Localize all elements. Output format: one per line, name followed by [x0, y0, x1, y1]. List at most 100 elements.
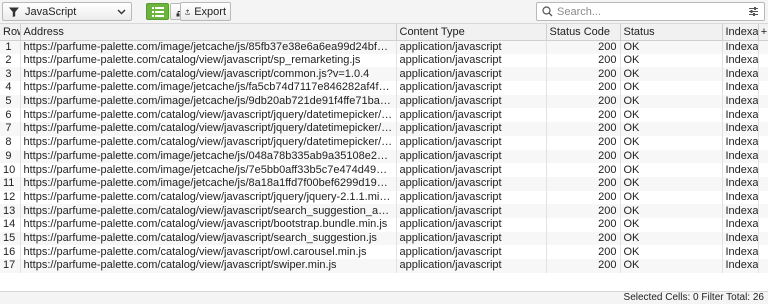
row-number[interactable]: 7 [0, 122, 21, 136]
column-header-address[interactable]: Address [20, 24, 397, 41]
table-row[interactable]: 1 https://parfume-palette.com/image/jetca… [0, 40, 768, 54]
indexability-cell[interactable]: Indexab [722, 122, 759, 136]
row-number[interactable]: 9 [0, 149, 21, 164]
export-button[interactable]: Export [180, 2, 231, 21]
row-number[interactable]: 16 [0, 245, 21, 259]
status-cell[interactable]: OK [620, 135, 723, 150]
address-cell[interactable]: https://parfume-palette.com/image/jetcac… [20, 94, 397, 109]
column-header-status-code[interactable]: Status Code [546, 24, 621, 41]
row-number[interactable]: 11 [0, 176, 21, 191]
table-row[interactable]: 4 https://parfume-palette.com/image/jetca… [0, 81, 768, 95]
row-number[interactable]: 6 [0, 108, 21, 123]
content-type-cell[interactable]: application/javascript [396, 163, 547, 177]
status-code-cell[interactable]: 200 [546, 217, 621, 232]
row-number[interactable]: 15 [0, 231, 21, 246]
address-cell[interactable]: https://parfume-palette.com/image/jetcac… [20, 149, 397, 164]
indexability-cell[interactable]: Indexab [722, 204, 759, 218]
address-cell[interactable]: https://parfume-palette.com/catalog/view… [20, 217, 397, 232]
address-cell[interactable]: https://parfume-palette.com/catalog/view… [20, 53, 397, 68]
table-row[interactable]: 3 https://parfume-palette.com/catalog/vie… [0, 67, 768, 82]
content-type-cell[interactable]: application/javascript [396, 190, 547, 205]
status-code-cell[interactable]: 200 [546, 163, 621, 177]
table-row[interactable]: 16 https://parfume-palette.com/catalog/vi… [0, 245, 768, 259]
indexability-cell[interactable]: Indexab [722, 149, 759, 164]
content-type-cell[interactable]: application/javascript [396, 135, 547, 150]
status-code-cell[interactable]: 200 [546, 204, 621, 218]
filter-dropdown[interactable]: JavaScript [2, 2, 132, 21]
content-type-cell[interactable]: application/javascript [396, 81, 547, 95]
indexability-cell[interactable]: Indexab [722, 94, 759, 109]
status-code-cell[interactable]: 200 [546, 81, 621, 95]
address-cell[interactable]: https://parfume-palette.com/catalog/view… [20, 190, 397, 205]
status-code-cell[interactable]: 200 [546, 245, 621, 259]
status-cell[interactable]: OK [620, 190, 723, 205]
indexability-cell[interactable]: Indexab [722, 231, 759, 246]
indexability-cell[interactable]: Indexab [722, 259, 759, 273]
indexability-cell[interactable]: Indexab [722, 108, 759, 123]
content-type-cell[interactable]: application/javascript [396, 40, 547, 54]
status-code-cell[interactable]: 200 [546, 259, 621, 273]
indexability-cell[interactable]: Indexab [722, 190, 759, 205]
table-row[interactable]: 14 https://parfume-palette.com/catalog/vi… [0, 217, 768, 232]
status-code-cell[interactable]: 200 [546, 231, 621, 246]
row-number[interactable]: 8 [0, 135, 21, 150]
column-header-status[interactable]: Status [620, 24, 723, 41]
content-type-cell[interactable]: application/javascript [396, 176, 547, 191]
indexability-cell[interactable]: Indexab [722, 40, 759, 54]
content-type-cell[interactable]: application/javascript [396, 259, 547, 273]
indexability-cell[interactable]: Indexab [722, 176, 759, 191]
status-cell[interactable]: OK [620, 149, 723, 164]
address-cell[interactable]: https://parfume-palette.com/catalog/view… [20, 135, 397, 150]
row-number[interactable]: 13 [0, 204, 21, 218]
row-number[interactable]: 2 [0, 53, 21, 68]
status-code-cell[interactable]: 200 [546, 108, 621, 123]
address-cell[interactable]: https://parfume-palette.com/catalog/view… [20, 204, 397, 218]
content-type-cell[interactable]: application/javascript [396, 149, 547, 164]
indexability-cell[interactable]: Indexab [722, 81, 759, 95]
status-code-cell[interactable]: 200 [546, 67, 621, 82]
status-cell[interactable]: OK [620, 163, 723, 177]
row-number[interactable]: 5 [0, 94, 21, 109]
content-type-cell[interactable]: application/javascript [396, 108, 547, 123]
column-header-row[interactable]: Row [0, 24, 21, 41]
content-type-cell[interactable]: application/javascript [396, 67, 547, 82]
table-row[interactable]: 8 https://parfume-palette.com/catalog/vie… [0, 135, 768, 150]
status-code-cell[interactable]: 200 [546, 190, 621, 205]
status-cell[interactable]: OK [620, 94, 723, 109]
status-cell[interactable]: OK [620, 245, 723, 259]
table-row[interactable]: 12 https://parfume-palette.com/catalog/vi… [0, 190, 768, 205]
sliders-icon[interactable] [748, 6, 759, 17]
table-row[interactable]: 15 https://parfume-palette.com/catalog/vi… [0, 231, 768, 246]
table-row[interactable]: 7 https://parfume-palette.com/catalog/vie… [0, 122, 768, 136]
content-type-cell[interactable]: application/javascript [396, 217, 547, 232]
status-cell[interactable]: OK [620, 81, 723, 95]
status-code-cell[interactable]: 200 [546, 94, 621, 109]
table-row[interactable]: 11 https://parfume-palette.com/image/jetc… [0, 176, 768, 191]
status-code-cell[interactable]: 200 [546, 53, 621, 68]
status-cell[interactable]: OK [620, 122, 723, 136]
indexability-cell[interactable]: Indexab [722, 217, 759, 232]
search-input[interactable] [557, 5, 748, 18]
address-cell[interactable]: https://parfume-palette.com/image/jetcac… [20, 40, 397, 54]
status-cell[interactable]: OK [620, 108, 723, 123]
row-number[interactable]: 3 [0, 67, 21, 82]
status-code-cell[interactable]: 200 [546, 40, 621, 54]
content-type-cell[interactable]: application/javascript [396, 231, 547, 246]
column-header-indexability[interactable]: Indexab [722, 24, 759, 41]
address-cell[interactable]: https://parfume-palette.com/image/jetcac… [20, 176, 397, 191]
row-number[interactable]: 14 [0, 217, 21, 232]
indexability-cell[interactable]: Indexab [722, 135, 759, 150]
address-cell[interactable]: https://parfume-palette.com/catalog/view… [20, 122, 397, 136]
status-cell[interactable]: OK [620, 53, 723, 68]
table-row[interactable]: 10 https://parfume-palette.com/image/jetc… [0, 163, 768, 177]
status-cell[interactable]: OK [620, 217, 723, 232]
content-type-cell[interactable]: application/javascript [396, 94, 547, 109]
row-number[interactable]: 12 [0, 190, 21, 205]
table-row[interactable]: 5 https://parfume-palette.com/image/jetca… [0, 94, 768, 109]
address-cell[interactable]: https://parfume-palette.com/catalog/view… [20, 259, 397, 273]
table-row[interactable]: 17 https://parfume-palette.com/catalog/vi… [0, 259, 768, 273]
status-cell[interactable]: OK [620, 231, 723, 246]
status-code-cell[interactable]: 200 [546, 122, 621, 136]
status-cell[interactable]: OK [620, 67, 723, 82]
content-type-cell[interactable]: application/javascript [396, 245, 547, 259]
